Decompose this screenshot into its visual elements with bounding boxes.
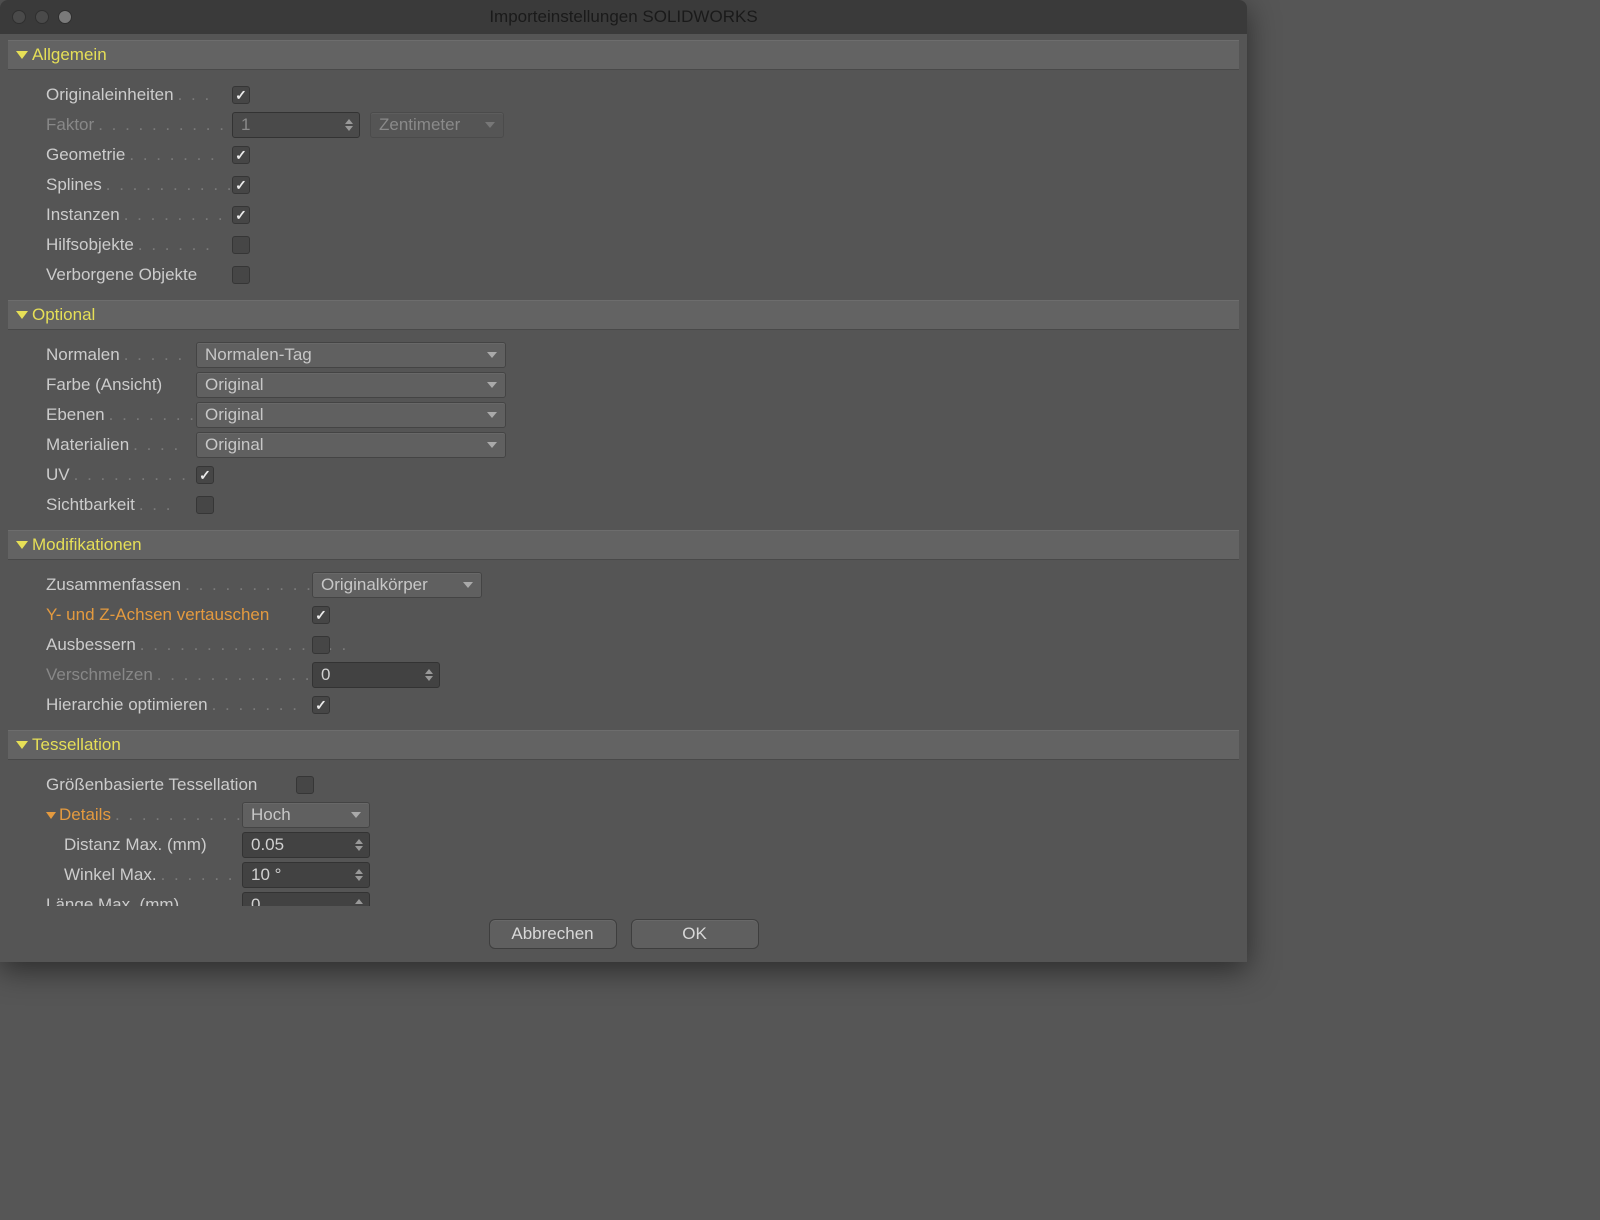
dropdown-materialien[interactable]: Original [196, 432, 506, 458]
section-title: Modifikationen [32, 535, 142, 555]
checkbox-hilfsobjekte[interactable] [232, 236, 250, 254]
label-ausbessern: Ausbessern [46, 635, 136, 655]
chevron-down-icon [16, 311, 28, 319]
label-geometrie: Geometrie [46, 145, 125, 165]
label-hierarchie: Hierarchie optimieren [46, 695, 208, 715]
window-title: Importeinstellungen SOLIDWORKS [0, 7, 1247, 27]
label-yz-swap: Y- und Z-Achsen vertauschen [46, 605, 269, 625]
label-farbe: Farbe (Ansicht) [46, 375, 162, 395]
chevron-down-icon [487, 412, 497, 418]
chevron-down-icon [16, 51, 28, 59]
dropdown-ebenen[interactable]: Original [196, 402, 506, 428]
checkbox-hierarchie[interactable] [312, 696, 330, 714]
checkbox-yz-swap[interactable] [312, 606, 330, 624]
checkbox-groessenbasiert[interactable] [296, 776, 314, 794]
dialog-footer: Abbrechen OK [0, 906, 1247, 962]
chevron-down-icon [16, 541, 28, 549]
checkbox-uv[interactable] [196, 466, 214, 484]
cancel-button[interactable]: Abbrechen [489, 919, 617, 949]
label-verborgene: Verborgene Objekte [46, 265, 197, 285]
label-sichtbarkeit: Sichtbarkeit [46, 495, 135, 515]
label-verschmelzen: Verschmelzen [46, 665, 153, 685]
chevron-down-icon [351, 812, 361, 818]
stepper-icon [345, 119, 355, 131]
label-zusammenfassen: Zusammenfassen [46, 575, 181, 595]
input-faktor: 1 [232, 112, 360, 138]
stepper-icon[interactable] [425, 669, 435, 681]
label-instanzen: Instanzen [46, 205, 120, 225]
section-modifikationen[interactable]: Modifikationen [8, 530, 1239, 560]
label-winkel: Winkel Max. [64, 865, 157, 885]
section-tessellation[interactable]: Tessellation [8, 730, 1239, 760]
section-title: Tessellation [32, 735, 121, 755]
label-hilfsobjekte: Hilfsobjekte [46, 235, 134, 255]
label-originaleinheiten: Originaleinheiten [46, 85, 174, 105]
stepper-icon[interactable] [355, 869, 365, 881]
label-splines: Splines [46, 175, 102, 195]
checkbox-splines[interactable] [232, 176, 250, 194]
input-winkel[interactable]: 10 ° [242, 862, 370, 888]
chevron-down-icon [16, 741, 28, 749]
label-details: Details [59, 805, 111, 825]
chevron-down-icon [487, 352, 497, 358]
label-laenge: Länge Max. (mm) [46, 895, 179, 906]
checkbox-verborgene[interactable] [232, 266, 250, 284]
label-distanz: Distanz Max. (mm) [64, 835, 207, 855]
checkbox-originaleinheiten[interactable] [232, 86, 250, 104]
checkbox-ausbessern[interactable] [312, 636, 330, 654]
label-uv: UV [46, 465, 70, 485]
titlebar: Importeinstellungen SOLIDWORKS [0, 0, 1247, 34]
section-title: Optional [32, 305, 95, 325]
section-allgemein[interactable]: Allgemein [8, 40, 1239, 70]
chevron-down-icon[interactable] [46, 812, 56, 819]
input-distanz[interactable]: 0.05 [242, 832, 370, 858]
dropdown-normalen[interactable]: Normalen-Tag [196, 342, 506, 368]
label-normalen: Normalen [46, 345, 120, 365]
label-faktor: Faktor [46, 115, 94, 135]
section-title: Allgemein [32, 45, 107, 65]
chevron-down-icon [487, 442, 497, 448]
dropdown-faktor-unit: Zentimeter [370, 112, 504, 138]
chevron-down-icon [485, 122, 495, 128]
dropdown-farbe[interactable]: Original [196, 372, 506, 398]
checkbox-geometrie[interactable] [232, 146, 250, 164]
label-groessenbasiert: Größenbasierte Tessellation [46, 775, 257, 795]
dialog-window: Importeinstellungen SOLIDWORKS Allgemein… [0, 0, 1247, 962]
input-verschmelzen[interactable]: 0 [312, 662, 440, 688]
input-laenge[interactable]: 0 [242, 892, 370, 906]
checkbox-sichtbarkeit[interactable] [196, 496, 214, 514]
stepper-icon[interactable] [355, 899, 365, 906]
label-materialien: Materialien [46, 435, 129, 455]
dropdown-zusammenfassen[interactable]: Originalkörper [312, 572, 482, 598]
stepper-icon[interactable] [355, 839, 365, 851]
dropdown-details[interactable]: Hoch [242, 802, 370, 828]
checkbox-instanzen[interactable] [232, 206, 250, 224]
label-ebenen: Ebenen [46, 405, 105, 425]
ok-button[interactable]: OK [631, 919, 759, 949]
section-optional[interactable]: Optional [8, 300, 1239, 330]
content-area: Allgemein Originaleinheiten . . . Faktor… [0, 34, 1247, 906]
chevron-down-icon [463, 582, 473, 588]
chevron-down-icon [487, 382, 497, 388]
